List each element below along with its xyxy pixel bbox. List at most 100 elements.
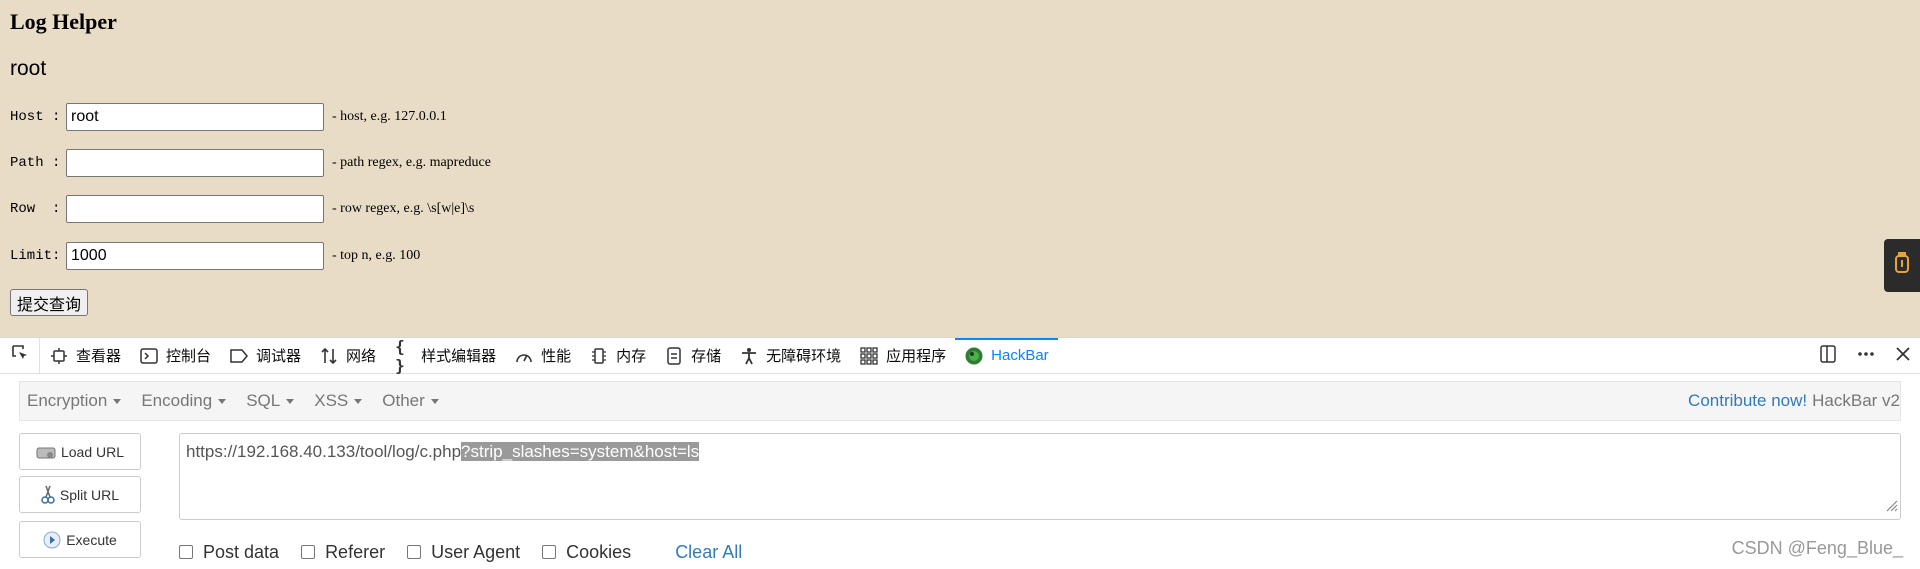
page-content: Log Helper root Host : root - host, e.g.… [0, 0, 1920, 337]
tab-memory[interactable]: 内存 [580, 338, 655, 374]
page-subtitle: root [10, 57, 47, 80]
load-url-button[interactable]: Load URL [19, 433, 141, 470]
split-url-label: Split URL [59, 486, 120, 503]
menu-encoding[interactable]: Encoding [134, 391, 239, 411]
application-icon [860, 346, 878, 365]
tab-hackbar[interactable]: HackBar [955, 337, 1058, 374]
limit-label: Limit: [10, 248, 61, 264]
tab-debugger[interactable]: 调试器 [220, 338, 310, 374]
tab-style-editor-label: 样式编辑器 [421, 348, 497, 365]
tab-console[interactable]: 控制台 [130, 338, 220, 374]
load-url-label: Load URL [60, 443, 125, 460]
hackbar-options: Post data Referer User Agent Cookies Cle… [179, 540, 742, 564]
menu-encryption-label: Encryption [27, 391, 108, 410]
resize-grip-icon[interactable] [1884, 497, 1898, 517]
picker-icon [10, 343, 30, 368]
debugger-icon [230, 347, 249, 365]
devtools-window-controls [1818, 338, 1912, 374]
user-agent-checkbox[interactable] [407, 545, 422, 559]
tab-accessibility[interactable]: 无障碍环境 [730, 338, 850, 374]
limit-input[interactable]: 1000 [66, 242, 324, 270]
limit-row: Limit: 1000 - top n, e.g. 100 [10, 242, 420, 270]
element-picker-button[interactable] [0, 337, 40, 374]
path-hint: - path regex, e.g. mapreduce [332, 155, 491, 170]
path-label: Path : [10, 155, 61, 171]
host-label: Host : [10, 109, 61, 125]
accessibility-icon [740, 347, 758, 365]
tab-style-editor[interactable]: { } 样式编辑器 [385, 336, 505, 375]
option-referer[interactable]: Referer [301, 542, 385, 563]
menu-encoding-label: Encoding [141, 391, 213, 410]
menu-sql[interactable]: SQL [239, 391, 307, 411]
tab-memory-label: 内存 [616, 348, 647, 365]
option-user-agent[interactable]: User Agent [407, 542, 520, 563]
row-input[interactable] [66, 195, 324, 223]
url-textarea[interactable]: https://192.168.40.133/tool/log/c.php?st… [179, 433, 1901, 520]
tab-inspector-label: 查看器 [76, 348, 122, 365]
more-options-icon[interactable] [1856, 344, 1876, 369]
caret-down-icon [354, 398, 363, 404]
menu-other[interactable]: Other [375, 391, 452, 411]
host-input[interactable]: root [66, 103, 324, 131]
close-icon[interactable] [1894, 345, 1912, 368]
option-post-data[interactable]: Post data [179, 542, 279, 563]
tab-accessibility-label: 无障碍环境 [766, 348, 842, 365]
url-text: https://192.168.40.133/tool/log/c.php [186, 442, 462, 461]
menu-other-label: Other [382, 391, 425, 410]
hackbar-icon [965, 347, 983, 365]
menu-xss[interactable]: XSS [307, 391, 375, 411]
load-url-icon [36, 444, 56, 460]
menu-encryption[interactable]: Encryption [20, 391, 134, 411]
split-url-button[interactable]: Split URL [19, 476, 141, 513]
hackbar-version: HackBar v2 [1812, 391, 1900, 410]
tab-storage[interactable]: 存储 [655, 338, 730, 374]
side-extension-widget[interactable] [1884, 239, 1920, 292]
contribute-area: Contribute now! HackBar v2 [1688, 382, 1900, 420]
host-row: Host : root - host, e.g. 127.0.0.1 [10, 103, 447, 131]
cookies-label: Cookies [566, 541, 632, 562]
path-row: Path : - path regex, e.g. mapreduce [10, 149, 491, 177]
path-input[interactable] [66, 149, 324, 177]
row-label: Row : [10, 201, 61, 217]
clear-all-link[interactable]: Clear All [675, 542, 742, 563]
tab-application[interactable]: 应用程序 [850, 338, 955, 374]
tab-network[interactable]: 网络 [310, 338, 385, 374]
devtools-panel: 查看器 控制台 调试器 网络 { } 样式编辑器 性能 内存 存储 无障碍环境 … [0, 337, 1920, 569]
row-hint: - row regex, e.g. \s[w|e]\s [332, 201, 475, 216]
menu-xss-label: XSS [314, 391, 349, 410]
performance-icon [515, 347, 533, 365]
referer-label: Referer [325, 541, 386, 562]
tab-debugger-label: 调试器 [256, 348, 302, 365]
tab-inspector[interactable]: 查看器 [40, 338, 130, 374]
option-cookies[interactable]: Cookies [542, 542, 631, 563]
caret-down-icon [218, 398, 227, 404]
watermark: CSDN @Feng_Blue_ [1731, 538, 1903, 558]
devtools-tab-bar: 查看器 控制台 调试器 网络 { } 样式编辑器 性能 内存 存储 无障碍环境 … [0, 336, 1920, 375]
dock-icon[interactable] [1818, 344, 1838, 369]
cookies-checkbox[interactable] [542, 545, 557, 559]
scissors-icon [41, 485, 55, 505]
caret-down-icon [113, 398, 122, 404]
post-data-checkbox[interactable] [179, 545, 193, 559]
storage-icon [665, 346, 683, 365]
post-data-label: Post data [203, 541, 280, 562]
hackbar-menu-bar: Encryption Encoding SQL XSS Other Contri… [19, 381, 1901, 421]
user-agent-label: User Agent [431, 541, 521, 562]
tab-storage-label: 存储 [691, 348, 722, 365]
execute-button[interactable]: Execute [19, 521, 141, 558]
tab-application-label: 应用程序 [886, 348, 947, 365]
style-editor-icon: { } [395, 336, 405, 375]
row-row: Row : - row regex, e.g. \s[w|e]\s [10, 195, 474, 223]
tab-network-label: 网络 [346, 348, 377, 365]
tab-console-label: 控制台 [166, 348, 212, 365]
url-selected-text: ?strip_slashes=system&host=ls [461, 442, 700, 461]
tab-hackbar-label: HackBar [991, 347, 1049, 364]
memory-icon [590, 347, 608, 365]
referer-checkbox[interactable] [301, 545, 316, 559]
execute-label: Execute [66, 531, 117, 548]
submit-button[interactable]: 提交查询 [10, 289, 89, 316]
network-icon [320, 347, 338, 365]
tab-performance[interactable]: 性能 [505, 338, 580, 374]
contribute-link[interactable]: Contribute now! [1688, 391, 1807, 411]
caret-down-icon [430, 398, 439, 404]
